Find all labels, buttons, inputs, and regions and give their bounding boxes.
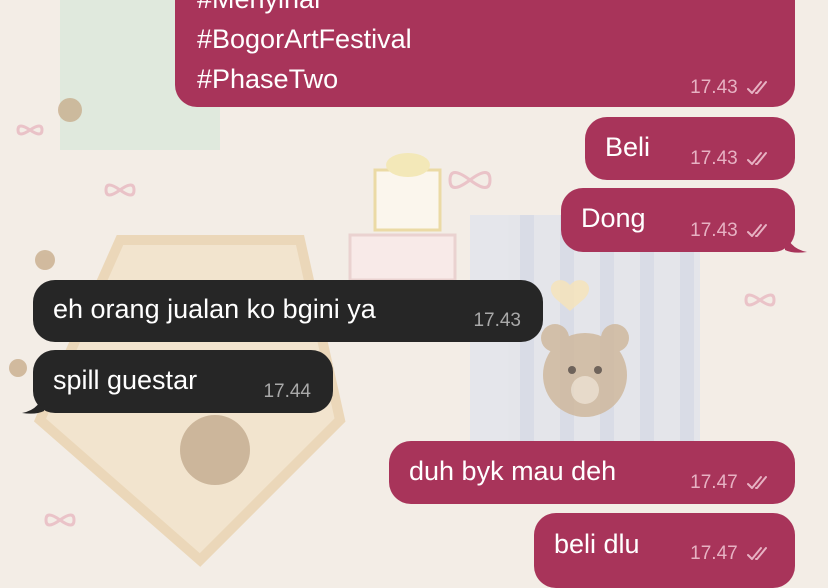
outgoing-message-bubble[interactable]: #Menyinar #BogorArtFestival #PhaseTwo 17…	[175, 0, 795, 107]
message-text: duh byk mau deh	[409, 456, 617, 486]
message-time: 17.43	[690, 219, 738, 241]
outgoing-message-bubble[interactable]: Dong 17.43	[561, 188, 795, 252]
message-text: spill guestar	[53, 365, 198, 395]
incoming-message-bubble[interactable]: spill guestar 17.44	[33, 350, 333, 413]
message-text: #Menyinar	[197, 0, 323, 19]
message-time: 17.44	[263, 380, 311, 402]
double-check-icon	[747, 223, 767, 237]
double-check-icon	[747, 151, 767, 165]
message-meta: 17.43	[690, 220, 773, 242]
message-time: 17.47	[690, 543, 738, 564]
message-meta: 17.47	[690, 472, 773, 494]
double-check-icon	[747, 80, 767, 94]
double-check-icon	[747, 547, 767, 560]
outgoing-message-bubble[interactable]: duh byk mau deh 17.47	[389, 441, 795, 504]
message-text: beli dlu	[554, 529, 640, 559]
message-text: Beli	[605, 132, 651, 162]
message-text: #PhaseTwo	[197, 64, 339, 94]
message-meta: 17.44	[263, 381, 311, 403]
bubble-tail	[785, 228, 807, 253]
double-check-icon	[747, 475, 767, 489]
message-text: eh orang jualan ko bgini ya	[53, 294, 376, 324]
message-text: #BogorArtFestival	[197, 24, 412, 54]
message-time: 17.43	[473, 309, 521, 331]
message-meta: 17.43	[690, 148, 773, 170]
chat-thread: #Menyinar #BogorArtFestival #PhaseTwo 17…	[0, 0, 828, 588]
incoming-message-bubble[interactable]: eh orang jualan ko bgini ya 17.43	[33, 280, 543, 342]
message-time: 17.43	[690, 147, 738, 169]
message-meta: 17.43	[473, 310, 521, 332]
outgoing-message-bubble[interactable]: beli dlu 17.47	[534, 513, 795, 588]
message-text: Dong	[581, 203, 646, 233]
message-time: 17.47	[690, 471, 738, 493]
message-time: 17.43	[690, 76, 738, 98]
message-meta: 17.43	[690, 77, 773, 99]
bubble-tail	[22, 389, 44, 414]
outgoing-message-bubble[interactable]: Beli 17.43	[585, 117, 795, 180]
message-meta: 17.47	[690, 543, 773, 565]
